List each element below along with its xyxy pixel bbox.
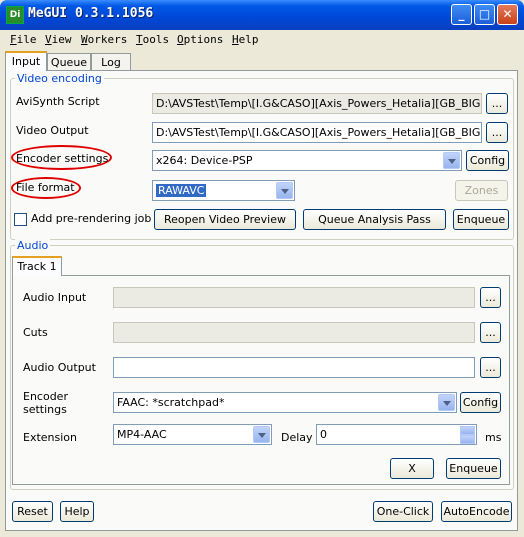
help-button[interactable]: Help (60, 501, 94, 522)
audio-input-field[interactable] (113, 287, 475, 308)
avisynth-label: AviSynth Script (16, 95, 100, 108)
video-enqueue-button[interactable]: Enqueue (453, 209, 509, 230)
encoder-settings-value: x264: Device-PSP (156, 154, 253, 167)
extension-dropdown[interactable]: MP4-AAC (113, 424, 272, 445)
audio-encoder-label-line2: settings (23, 403, 67, 416)
file-format-value: RAWAVC (156, 184, 207, 197)
window-title: MeGUI 0.3.1.1056 (28, 6, 154, 21)
cuts-field[interactable] (113, 322, 475, 343)
cuts-label: Cuts (23, 326, 48, 339)
audio-encoder-value: FAAC: *scratchpad* (117, 396, 225, 409)
menu-tools[interactable]: Tools (136, 33, 169, 46)
cuts-browse-button[interactable]: ... (480, 322, 501, 343)
file-format-label: File format (16, 181, 75, 194)
chevron-down-icon[interactable] (276, 182, 293, 199)
video-config-button[interactable]: Config (466, 150, 509, 171)
audio-output-browse-button[interactable]: ... (480, 357, 501, 378)
app-icon: Di (6, 6, 24, 24)
tab-queue[interactable]: Queue (47, 53, 91, 71)
menu-help[interactable]: Help (232, 33, 259, 46)
prerender-checkbox[interactable] (14, 213, 27, 226)
audio-config-button[interactable]: Config (460, 392, 501, 413)
queue-analysis-button[interactable]: Queue Analysis Pass (303, 209, 446, 230)
menu-view[interactable]: View (45, 33, 72, 46)
tab-input[interactable]: Input (5, 51, 47, 71)
reset-button[interactable]: Reset (12, 501, 53, 522)
video-output-label: Video Output (16, 124, 89, 137)
tab-track-1[interactable]: Track 1 (12, 256, 62, 276)
audio-output-label: Audio Output (23, 361, 96, 374)
close-button[interactable]: ✕ (497, 4, 518, 25)
delay-stepper[interactable]: 0 (316, 424, 477, 445)
chevron-down-icon[interactable] (253, 426, 270, 443)
file-format-dropdown[interactable]: RAWAVC (152, 180, 295, 201)
menu-bar (0, 30, 524, 50)
spin-down-icon[interactable] (460, 435, 475, 444)
video-output-browse-button[interactable]: ... (486, 122, 508, 143)
audio-encoder-label-line1: Encoder (23, 390, 68, 403)
audio-title: Audio (15, 239, 51, 252)
audio-input-label: Audio Input (23, 291, 87, 304)
autoencode-button[interactable]: AutoEncode (441, 501, 512, 522)
delay-label: Delay (281, 431, 313, 444)
video-encoding-title: Video encoding (15, 72, 104, 85)
menu-file[interactable]: File (10, 33, 37, 46)
reopen-preview-button[interactable]: Reopen Video Preview (154, 209, 296, 230)
video-output-field[interactable]: D:\AVSTest\Temp\[I.G&CASO][Axis_Powers_H… (152, 122, 482, 143)
prerender-label: Add pre-rendering job (31, 212, 152, 225)
avisynth-browse-button[interactable]: ... (486, 93, 508, 114)
minimize-button[interactable]: _ (451, 4, 472, 25)
tab-log[interactable]: Log (91, 53, 131, 71)
menu-options[interactable]: Options (177, 33, 223, 46)
spin-up-icon[interactable] (460, 426, 475, 435)
audio-encoder-dropdown[interactable]: FAAC: *scratchpad* (113, 392, 457, 413)
audio-remove-button[interactable]: X (390, 458, 434, 479)
delay-value: 0 (320, 428, 327, 441)
menu-workers[interactable]: Workers (81, 33, 127, 46)
one-click-button[interactable]: One-Click (373, 501, 433, 522)
chevron-down-icon[interactable] (443, 152, 460, 169)
encoder-settings-dropdown[interactable]: x264: Device-PSP (152, 150, 462, 171)
delay-unit: ms (485, 431, 502, 444)
zones-button[interactable]: Zones (455, 180, 508, 201)
maximize-button[interactable]: □ (474, 4, 495, 25)
extension-value: MP4-AAC (117, 428, 167, 441)
audio-input-browse-button[interactable]: ... (480, 287, 501, 308)
extension-label: Extension (23, 431, 78, 444)
audio-output-field[interactable] (113, 357, 475, 378)
audio-enqueue-button[interactable]: Enqueue (446, 458, 501, 479)
chevron-down-icon[interactable] (438, 394, 455, 411)
encoder-settings-label: Encoder settings (16, 152, 109, 165)
avisynth-field[interactable]: D:\AVSTest\Temp\[I.G&CASO][Axis_Powers_H… (152, 93, 482, 114)
